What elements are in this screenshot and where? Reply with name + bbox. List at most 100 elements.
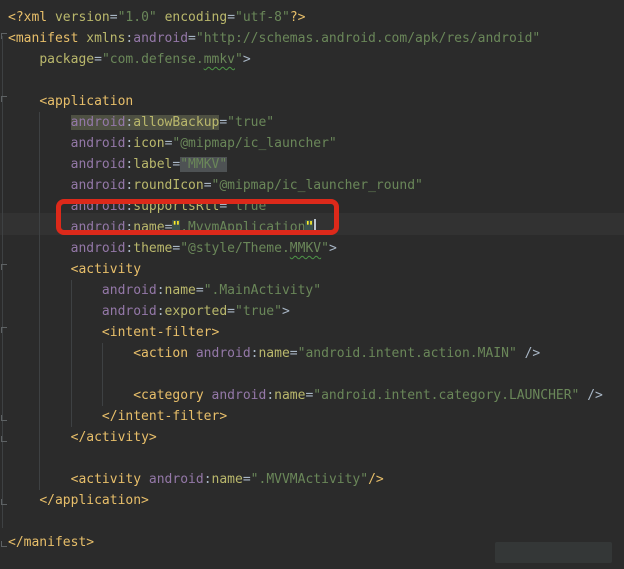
code-token: ".MVVMActivity" [250, 472, 369, 487]
code-token: "@mipmap/ic_launcher_round" [211, 178, 423, 193]
code-token: "com.defense. [101, 52, 204, 67]
code-editor[interactable]: <?xml version="1.0" encoding="utf-8"?> <m… [0, 0, 624, 569]
code-line: <manifest xmlns:android="http://schemas.… [8, 28, 603, 49]
code-token: exported [164, 304, 228, 319]
code-token: roundIcon [133, 178, 204, 193]
code-token: ?> [289, 10, 306, 25]
code-token: android [148, 472, 204, 487]
code-token: <activity [70, 472, 149, 487]
code-token: <activity [70, 262, 142, 277]
code-token: > [328, 241, 337, 256]
code-line: android:supportsRtl="true" [8, 196, 603, 217]
code-line: <category android:name="android.intent.c… [8, 385, 603, 406]
code-token: android [101, 304, 157, 319]
code-token: name [274, 388, 306, 403]
code-token: </intent-filter> [101, 409, 228, 424]
code-token: : [266, 388, 275, 403]
code-line: android:theme="@style/Theme.MMKV"> [8, 238, 603, 259]
code-token: > [281, 304, 290, 319]
code-token: android [211, 388, 267, 403]
code-token: label [133, 157, 173, 172]
code-line: <action android:name="android.intent.act… [8, 343, 603, 364]
code-token: <?xml [8, 10, 55, 25]
code-token: /> [579, 388, 603, 403]
code-token: <application [39, 94, 134, 109]
code-token: /> [516, 346, 541, 361]
code-token: " [321, 241, 329, 256]
code-token: android [70, 157, 126, 172]
code-token: .MvvmApplication [180, 220, 306, 235]
code-line: <activity android:name=".MVVMActivity"/> [8, 469, 603, 490]
code-token: MMKV [289, 241, 322, 256]
code-token: = [227, 304, 235, 319]
code-token: </activity> [70, 430, 157, 445]
code-token: </application> [39, 493, 149, 508]
code-line: </activity> [8, 427, 603, 448]
code-token: = [227, 10, 236, 25]
code-lines: <?xml version="1.0" encoding="utf-8"?> <m… [0, 0, 603, 553]
code-token: <category [133, 388, 212, 403]
code-token: name [133, 220, 165, 235]
code-token: = [203, 178, 212, 193]
code-token: = [109, 10, 118, 25]
code-token: "true" [227, 115, 275, 130]
code-token: name [258, 346, 290, 361]
code-token: ".MainActivity" [203, 283, 322, 298]
code-token: icon [133, 136, 165, 151]
code-token: android [101, 283, 157, 298]
code-token: = [219, 199, 228, 214]
code-token: android [133, 31, 189, 46]
code-line: android:name=".MvvmApplication" [8, 217, 603, 238]
code-token: </manifest> [8, 535, 95, 550]
code-token: = [94, 52, 102, 67]
code-token: android [70, 115, 126, 130]
code-line: android:name=".MainActivity" [8, 280, 603, 301]
code-line: <?xml version="1.0" encoding="utf-8"?> [8, 7, 603, 28]
code-token: allowBackup [133, 115, 220, 130]
code-line: android:icon="@mipmap/ic_launcher" [8, 133, 603, 154]
code-token: package [39, 52, 95, 67]
code-line: android:exported="true"> [8, 301, 603, 322]
code-line: </intent-filter> [8, 406, 603, 427]
code-token: = [195, 283, 204, 298]
code-token: android [70, 136, 126, 151]
code-token: <action [133, 346, 196, 361]
code-token: "@style/Theme. [180, 241, 290, 256]
bottom-right-overlay [495, 542, 612, 563]
code-token: name [211, 472, 243, 487]
code-token: "android.intent.category.LAUNCHER" [313, 388, 580, 403]
text-caret [314, 219, 317, 235]
code-token: " [305, 220, 314, 235]
code-token: "@mipmap/ic_launcher" [172, 136, 337, 151]
code-token: "MMKV" [180, 157, 228, 172]
code-token: "utf-8" [235, 10, 290, 25]
code-token: android [70, 220, 126, 235]
code-token: "http://schemas.android.com/apk/res/andr… [195, 31, 541, 46]
code-token: /> [368, 472, 384, 487]
code-line: android:label="MMKV" [8, 154, 603, 175]
code-line: <intent-filter> [8, 322, 603, 343]
code-token: = [289, 346, 298, 361]
code-token: android [70, 241, 126, 256]
code-token: : [156, 304, 165, 319]
code-token: version [54, 10, 110, 25]
